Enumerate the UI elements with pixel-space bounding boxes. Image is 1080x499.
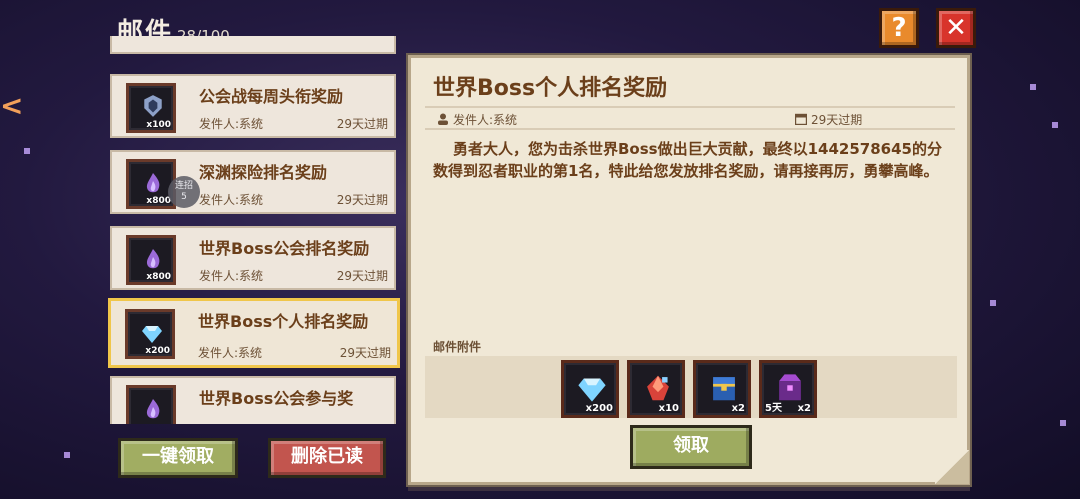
diamond-shape (142, 326, 162, 343)
attachment-quantity: x10 (658, 403, 679, 414)
detail-expire: 29天过期 (795, 111, 862, 128)
attachments-label: 邮件附件 (433, 340, 482, 354)
list-item[interactable]: 世界Boss公会参与奖 (110, 376, 396, 424)
attachment-slot[interactable]: x10 (627, 360, 685, 418)
detail-title: 世界Boss个人排名奖励 (433, 76, 668, 101)
star-decoration (64, 452, 70, 458)
attachment-duration: 5天 (765, 403, 782, 414)
red-crystal-icon (647, 375, 669, 401)
list-item-selected[interactable]: x200 世界Boss个人排名奖励 发件人:系统 29天过期 (108, 298, 400, 368)
diamond-icon: x200 (125, 309, 175, 359)
person-icon (438, 113, 448, 125)
list-item[interactable]: x100 公会战每周头衔奖励 发件人:系统 29天过期 (110, 74, 396, 138)
purple-flame-icon (126, 385, 176, 424)
star-decoration (24, 148, 30, 154)
detail-expire-text: 29天过期 (811, 113, 863, 127)
detail-sender-text: 发件人:系统 (453, 113, 518, 127)
mail-detail-panel: 世界Boss个人排名奖励 发件人:系统 29天过期 勇者大人，您为击杀世界Bos… (408, 55, 970, 485)
attachment-quantity: x200 (585, 403, 613, 414)
star-decoration (1060, 420, 1066, 426)
attachment-slot[interactable]: 5天 x2 (759, 360, 817, 418)
star-decoration (1052, 122, 1058, 128)
mail-expire: 29天过期 (339, 346, 391, 360)
mail-subject: 世界Boss公会排名奖励 (199, 239, 370, 258)
mail-subject: 公会战每周头衔奖励 (199, 87, 344, 106)
detail-sender: 发件人:系统 (437, 111, 517, 128)
mail-expire: 29天过期 (336, 117, 388, 131)
close-icon: ✕ (945, 13, 967, 43)
mail-sender: 发件人:系统 (199, 269, 264, 283)
mail-subject: 世界Boss公会参与奖 (199, 389, 354, 408)
item-quantity: x800 (146, 196, 171, 206)
mail-expire: 29天过期 (336, 269, 388, 283)
mail-sender: 发件人:系统 (199, 117, 264, 131)
detail-body: 勇者大人，您为击杀世界Boss做出巨大贡献，最终以1442578645的分数得到… (433, 140, 942, 180)
list-item[interactable]: x800 连招 5 深渊探险排名奖励 发件人:系统 29天过期 (110, 150, 396, 214)
claim-button[interactable]: 领取 (630, 425, 752, 469)
mail-sender: 发件人:系统 (198, 346, 263, 360)
purple-flame-shape (146, 173, 160, 193)
guild-crest-shape (144, 95, 162, 117)
page-curl-decoration (935, 450, 969, 484)
item-quantity: x800 (146, 272, 171, 282)
attachments-strip (425, 356, 957, 418)
close-button[interactable]: ✕ (936, 8, 976, 48)
delete-read-button[interactable]: 删除已读 (268, 438, 386, 478)
purple-flame-icon: x800 (126, 159, 176, 209)
mail-list[interactable]: x100 公会战每周头衔奖励 发件人:系统 29天过期 x800 连招 5 深渊探… (108, 36, 400, 424)
star-decoration (990, 300, 996, 306)
detail-meta: 发件人:系统 29天过期 (425, 106, 955, 130)
attachment-quantity: x2 (797, 403, 811, 414)
purple-flame-shape (146, 399, 160, 419)
treasure-chest-icon (713, 377, 735, 401)
mail-subject: 世界Boss个人排名奖励 (198, 312, 369, 331)
list-item[interactable] (110, 36, 396, 54)
diamond-icon (578, 378, 606, 402)
mail-subject: 深渊探险排名奖励 (199, 163, 328, 182)
attachment-slot[interactable]: x2 (693, 360, 751, 418)
claim-all-button[interactable]: 一键领取 (118, 438, 238, 478)
item-quantity: x200 (145, 346, 170, 356)
calendar-icon (795, 113, 807, 125)
question-icon: ? (891, 13, 907, 43)
purple-flame-shape (146, 249, 160, 269)
side-menu-arrow-icon[interactable]: < (0, 86, 26, 126)
help-button[interactable]: ? (879, 8, 919, 48)
attachment-slot[interactable]: x200 (561, 360, 619, 418)
list-item[interactable]: x800 世界Boss公会排名奖励 发件人:系统 29天过期 (110, 226, 396, 290)
attachment-quantity: x2 (731, 403, 745, 414)
guild-crest-icon: x100 (126, 83, 176, 133)
mail-sender: 发件人:系统 (199, 193, 264, 207)
star-decoration (1030, 84, 1036, 90)
combo-badge: 连招 5 (168, 176, 200, 208)
mail-expire: 29天过期 (336, 193, 388, 207)
purple-flame-icon: x800 (126, 235, 176, 285)
item-quantity: x100 (146, 120, 171, 130)
